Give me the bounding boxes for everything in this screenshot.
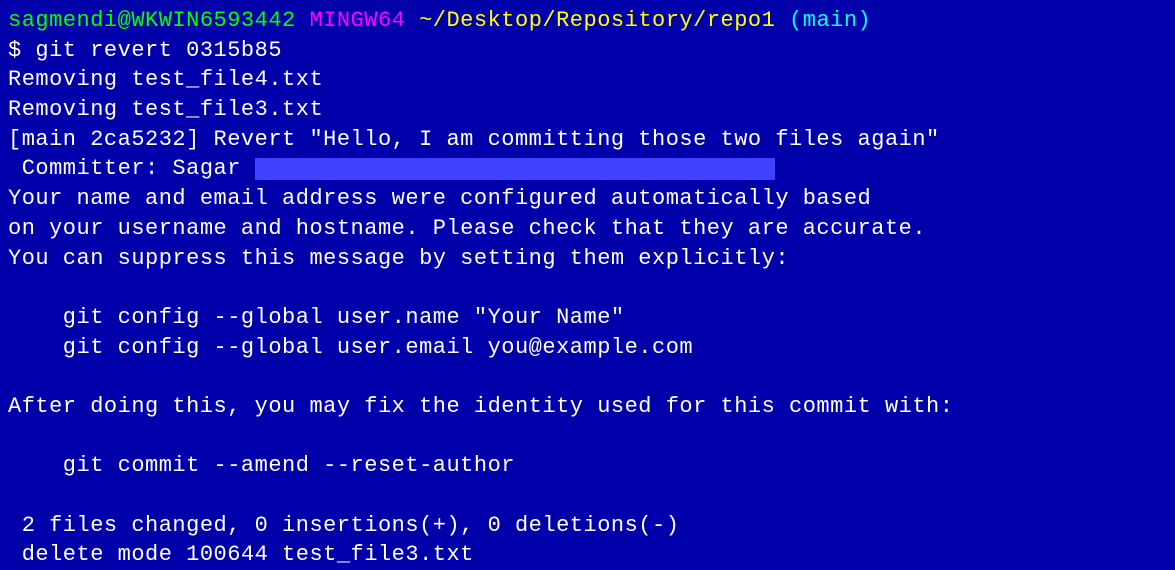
output-line: Removing test_file4.txt [8, 65, 1167, 95]
git-branch: (main) [789, 8, 871, 33]
output-line [8, 422, 1167, 452]
command-input[interactable]: $ git revert 0315b85 [8, 36, 1167, 66]
output-line: on your username and hostname. Please ch… [8, 214, 1167, 244]
current-path: ~/Desktop/Repository/repo1 [419, 8, 775, 33]
output-line [8, 481, 1167, 511]
output-line [8, 362, 1167, 392]
output-line: You can suppress this message by setting… [8, 244, 1167, 274]
output-line: After doing this, you may fix the identi… [8, 392, 1167, 422]
committer-line: Committer: Sagar [8, 154, 1167, 184]
output-line: [main 2ca5232] Revert "Hello, I am commi… [8, 125, 1167, 155]
shell-name: MINGW64 [309, 8, 405, 33]
output-line: Your name and email address were configu… [8, 184, 1167, 214]
user-host: sagmendi@WKWIN6593442 [8, 8, 296, 33]
output-line: git commit --amend --reset-author [8, 451, 1167, 481]
redacted-email [255, 158, 775, 180]
output-line [8, 273, 1167, 303]
output-line: git config --global user.email you@examp… [8, 333, 1167, 363]
committer-prefix: Committer: Sagar [8, 156, 255, 181]
output-line: 2 files changed, 0 insertions(+), 0 dele… [8, 511, 1167, 541]
output-line: delete mode 100644 test_file3.txt [8, 540, 1167, 570]
output-line: Removing test_file3.txt [8, 95, 1167, 125]
output-line: git config --global user.name "Your Name… [8, 303, 1167, 333]
prompt-line: sagmendi@WKWIN6593442 MINGW64 ~/Desktop/… [8, 6, 1167, 36]
